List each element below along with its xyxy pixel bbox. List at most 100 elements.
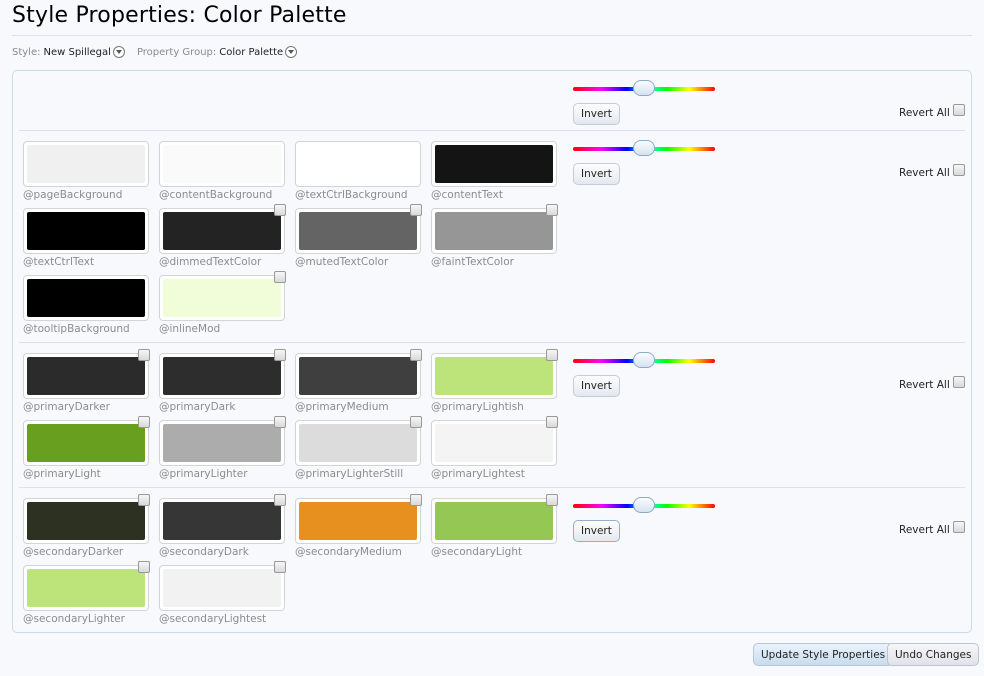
color-swatch: @secondaryLightest: [159, 561, 286, 627]
style-menu-arrow-icon[interactable]: [112, 46, 125, 58]
basic-revert-all[interactable]: Revert All: [899, 164, 965, 179]
revert-swatch-checkbox[interactable]: [274, 416, 286, 428]
primary-invert-button[interactable]: Invert: [573, 375, 620, 397]
group-menu-arrow-icon[interactable]: [285, 46, 298, 58]
color-swatch-box[interactable]: [431, 353, 557, 399]
revert-swatch-checkbox[interactable]: [546, 494, 558, 506]
revert-all-checkbox[interactable]: [952, 521, 965, 533]
color-swatch-box[interactable]: [23, 498, 149, 544]
color-swatch-box[interactable]: [23, 275, 149, 321]
revert-swatch-checkbox[interactable]: [410, 494, 422, 506]
undo-changes-button[interactable]: Undo Changes: [887, 643, 980, 666]
title-divider: [12, 35, 972, 36]
color-swatch-label: @tooltipBackground: [23, 323, 130, 335]
revert-all-checkbox[interactable]: [952, 164, 965, 176]
revert-swatch-checkbox[interactable]: [410, 204, 422, 216]
color-swatch-fill: [299, 502, 417, 540]
color-swatch: @dimmedTextColor: [159, 204, 286, 270]
color-swatch-fill: [27, 145, 145, 183]
color-swatch-box[interactable]: [23, 420, 149, 466]
color-swatch-box[interactable]: [159, 565, 285, 611]
color-swatch-box[interactable]: [159, 420, 285, 466]
color-swatch-box[interactable]: [295, 141, 421, 187]
color-swatch-box[interactable]: [295, 353, 421, 399]
style-filter-label: Style:: [12, 46, 41, 58]
revert-all-label: Revert All: [899, 167, 950, 179]
global-hue-slider[interactable]: [573, 80, 715, 96]
color-swatch-box[interactable]: [431, 208, 557, 254]
color-swatch-label: @secondaryDarker: [23, 546, 124, 558]
color-swatch-box[interactable]: [431, 420, 557, 466]
color-swatch-box[interactable]: [23, 208, 149, 254]
revert-swatch-checkbox[interactable]: [138, 561, 150, 573]
color-swatch-box[interactable]: [431, 141, 557, 187]
color-swatch: @secondaryLighter: [23, 561, 150, 627]
primary-revert-all[interactable]: Revert All: [899, 376, 965, 391]
revert-swatch-checkbox[interactable]: [138, 494, 150, 506]
revert-swatch-checkbox[interactable]: [274, 204, 286, 216]
color-swatch-box[interactable]: [159, 353, 285, 399]
secondary-invert-button[interactable]: Invert: [573, 520, 620, 542]
style-filter-value[interactable]: New Spillegal: [44, 47, 111, 58]
basic-hue-slider-handle[interactable]: [633, 140, 655, 156]
color-swatch-box[interactable]: [159, 208, 285, 254]
revert-swatch-checkbox[interactable]: [274, 494, 286, 506]
revert-swatch-checkbox[interactable]: [274, 561, 286, 573]
color-swatch-fill: [27, 279, 145, 317]
color-swatch-box[interactable]: [295, 498, 421, 544]
revert-swatch-checkbox[interactable]: [274, 271, 286, 283]
swatch-group-basic: @pageBackground @contentBackground @textCt…: [19, 141, 965, 341]
revert-swatch-checkbox[interactable]: [410, 416, 422, 428]
color-swatch: @primaryDarker: [23, 349, 150, 415]
color-swatch-label: @primaryMedium: [295, 401, 389, 413]
global-invert-button[interactable]: Invert: [573, 103, 620, 125]
revert-swatch-checkbox[interactable]: [546, 204, 558, 216]
color-swatch: @primaryLight: [23, 416, 150, 482]
color-swatch-box[interactable]: [159, 275, 285, 321]
color-swatch-fill: [27, 569, 145, 607]
revert-all-checkbox[interactable]: [952, 104, 965, 116]
color-swatch-box[interactable]: [431, 498, 557, 544]
revert-swatch-checkbox[interactable]: [274, 349, 286, 361]
color-swatch-label: @secondaryLight: [431, 546, 523, 558]
group-filter-value[interactable]: Color Palette: [219, 47, 283, 58]
color-swatch-box[interactable]: [23, 141, 149, 187]
color-swatch-label: @secondaryDark: [159, 546, 249, 558]
color-swatch-fill: [163, 212, 281, 250]
revert-swatch-checkbox[interactable]: [138, 349, 150, 361]
global-revert-all[interactable]: Revert All: [899, 104, 965, 119]
revert-swatch-checkbox[interactable]: [546, 416, 558, 428]
color-swatch-box[interactable]: [295, 420, 421, 466]
color-swatch-label: @textCtrlText: [23, 256, 95, 268]
color-swatch: @primaryLighter: [159, 416, 286, 482]
primary-hue-slider[interactable]: [573, 352, 715, 368]
color-swatch-fill: [299, 145, 417, 183]
update-style-properties-button[interactable]: Update Style Properties: [753, 643, 894, 666]
color-swatch-box[interactable]: [295, 208, 421, 254]
color-swatch: @contentText: [431, 141, 557, 203]
color-swatch: @mutedTextColor: [295, 204, 422, 270]
revert-all-checkbox[interactable]: [952, 376, 965, 388]
color-swatch-box[interactable]: [23, 565, 149, 611]
color-swatch-label: @textCtrlBackground: [295, 189, 408, 201]
color-swatch: @primaryMedium: [295, 349, 422, 415]
revert-all-label: Revert All: [899, 379, 950, 391]
secondary-hue-slider-handle[interactable]: [633, 497, 655, 513]
secondary-hue-slider[interactable]: [573, 497, 715, 513]
secondary-revert-all[interactable]: Revert All: [899, 521, 965, 536]
color-swatch: @primaryLightest: [431, 416, 558, 482]
color-swatch: @faintTextColor: [431, 204, 558, 270]
global-hue-slider-handle[interactable]: [633, 80, 655, 96]
basic-invert-button[interactable]: Invert: [573, 163, 620, 185]
color-swatch-label: @secondaryLightest: [159, 613, 267, 625]
color-swatch-box[interactable]: [159, 498, 285, 544]
color-swatch: @primaryLighterStill: [295, 416, 422, 482]
revert-swatch-checkbox[interactable]: [410, 349, 422, 361]
basic-hue-slider[interactable]: [573, 140, 715, 156]
color-swatch-fill: [435, 502, 553, 540]
revert-swatch-checkbox[interactable]: [138, 416, 150, 428]
primary-hue-slider-handle[interactable]: [633, 352, 655, 368]
color-swatch-box[interactable]: [23, 353, 149, 399]
color-swatch-box[interactable]: [159, 141, 285, 187]
revert-swatch-checkbox[interactable]: [546, 349, 558, 361]
